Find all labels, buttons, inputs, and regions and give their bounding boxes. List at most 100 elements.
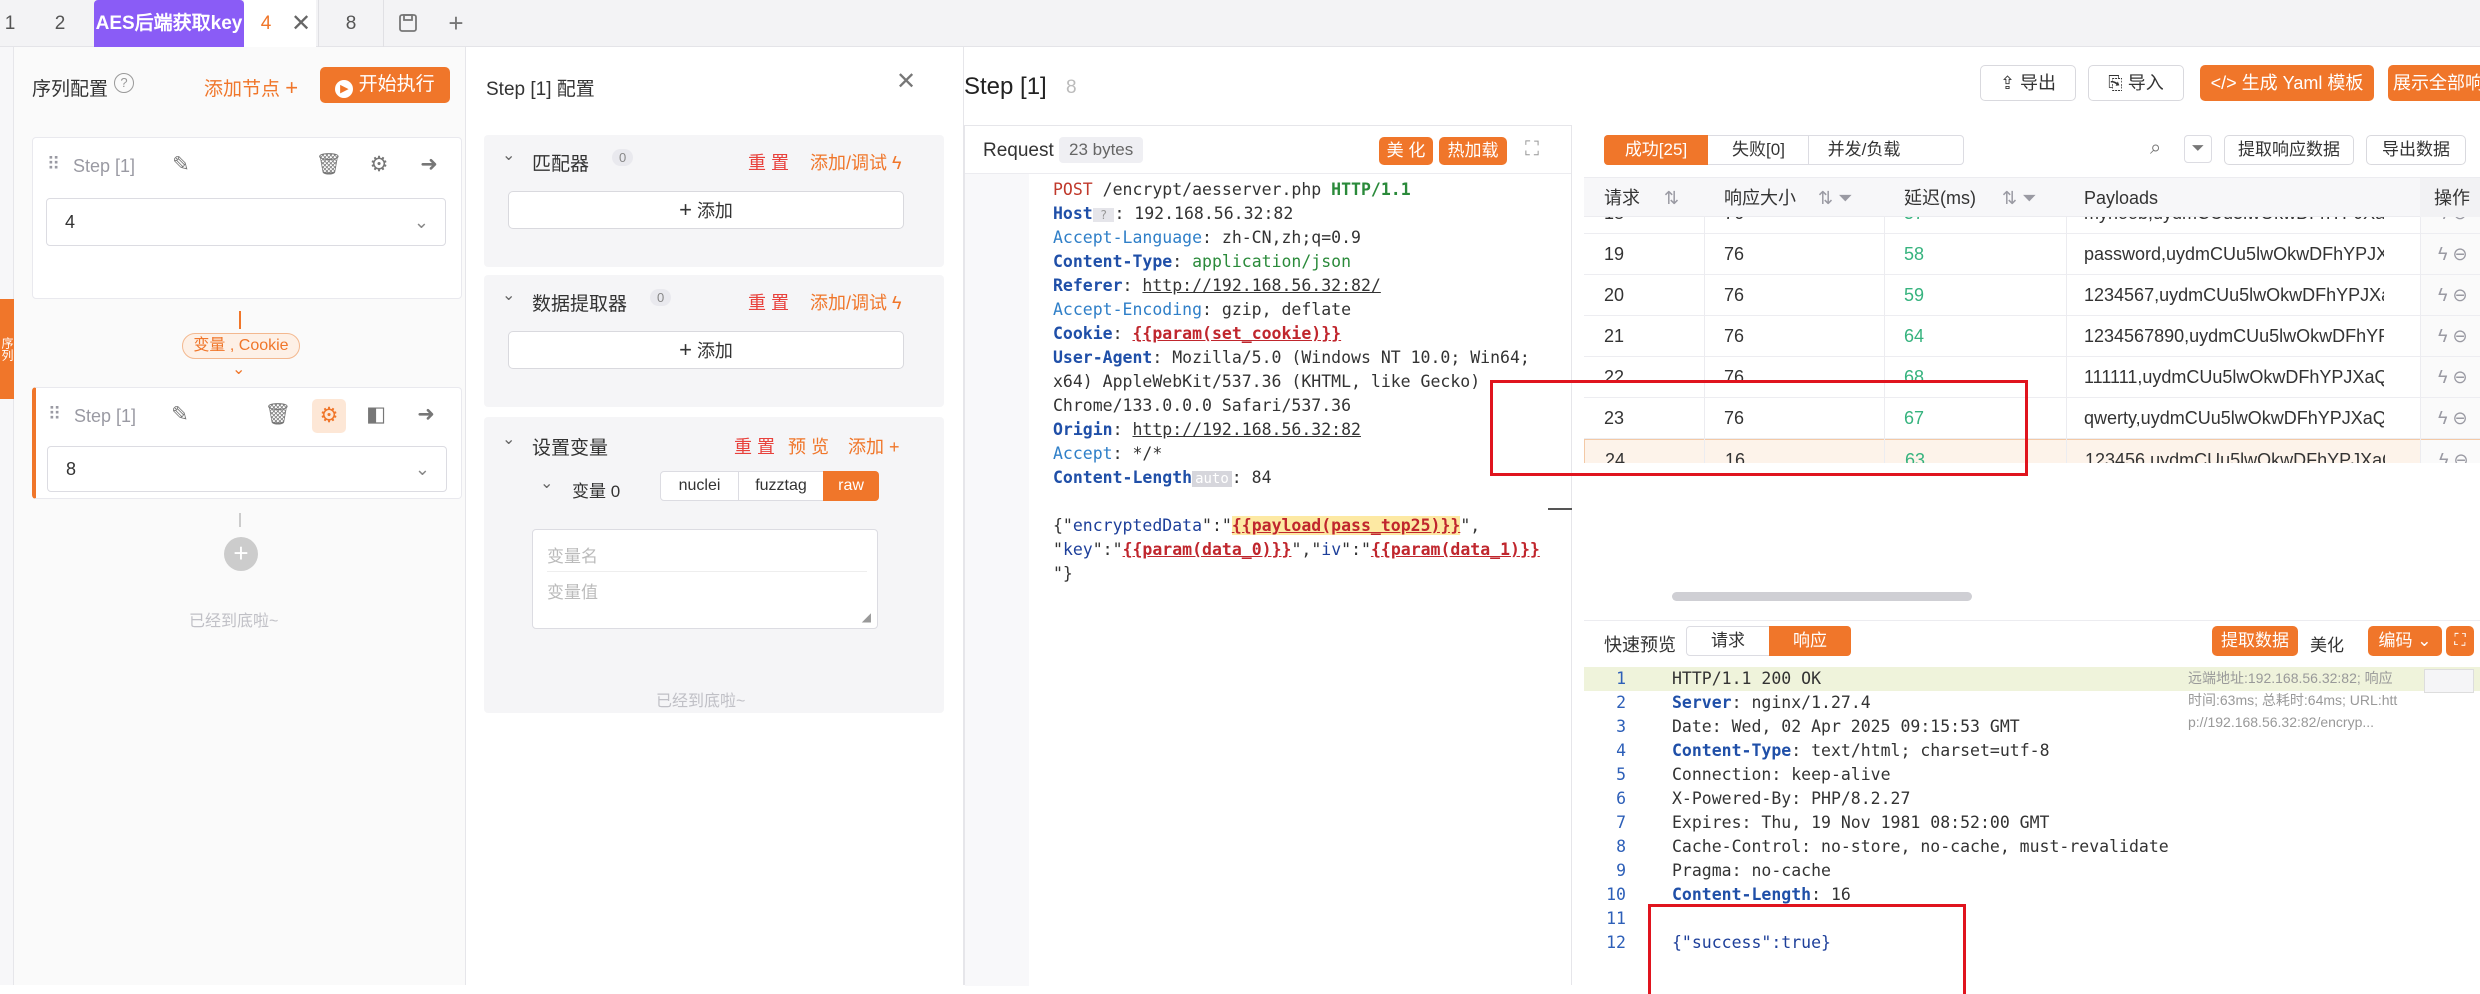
lightning-icon[interactable]: ϟ ⊖	[2420, 398, 2480, 438]
gear-icon[interactable]: ⚙	[312, 399, 346, 433]
edit-icon[interactable]: ✎	[167, 151, 195, 179]
step-card-1[interactable]: ⠿ Step [1] ✎ 🗑 ⚙ ➜ 4 ⌄	[32, 137, 462, 299]
splitter-handle[interactable]	[1548, 508, 1572, 510]
results-toolbar: 成功[25] 失败[0] 并发/负载 ⌕ ⏷ 提取响应数据 导出数据	[1584, 125, 2480, 173]
search-icon[interactable]: ⌕	[2150, 137, 2161, 160]
col-payloads[interactable]: Payloads	[2084, 178, 2158, 218]
cell-size: 76	[1724, 285, 1745, 305]
chevron-down-icon[interactable]: ⌄	[502, 145, 515, 165]
extractor-add-debug-button[interactable]: 添加/调试 ϟ	[810, 289, 902, 315]
filter-icon[interactable]: ⏷	[2184, 135, 2212, 163]
generate-yaml-button[interactable]: </> 生成 Yaml 模板	[2200, 65, 2374, 101]
vars-reset-button[interactable]: 重 置	[734, 433, 775, 459]
sequence-title: 序列配置	[32, 79, 109, 100]
hot-load-button[interactable]: 热加载	[1439, 137, 1507, 165]
delete-icon[interactable]: 🗑	[315, 151, 343, 179]
lightning-icon[interactable]: ϟ ⊖	[2420, 357, 2480, 397]
tab-active[interactable]: AES后端获取key	[94, 0, 244, 47]
chevron-down-icon[interactable]: ⌄	[502, 285, 515, 305]
arrow-down-icon: ⌄	[232, 361, 246, 378]
minimap[interactable]	[2424, 669, 2474, 693]
encode-button[interactable]: 编码 ⌄	[2368, 626, 2442, 656]
preview-response-tab[interactable]: 响应	[1769, 626, 1851, 656]
lightning-icon[interactable]: ϟ ⊖	[2420, 217, 2480, 233]
sort-icon[interactable]: ⇅	[1664, 178, 1679, 218]
chevron-down-icon: ⌄	[414, 459, 430, 479]
col-latency[interactable]: 延迟(ms)	[1904, 178, 1976, 218]
help-icon[interactable]: ?	[114, 73, 134, 93]
sort-icon[interactable]: ⇅ ⏷	[2002, 178, 2036, 218]
variable-value-input[interactable]: 变量值	[547, 578, 867, 608]
close-icon[interactable]: ✕	[896, 67, 916, 96]
mode-switch: nuclei fuzztag raw	[660, 471, 879, 501]
lightning-icon[interactable]: ϟ ⊖	[2421, 440, 2480, 463]
chevron-down-icon[interactable]: ⌄	[502, 429, 515, 449]
tab-concurrent[interactable]: 并发/负载	[1809, 136, 1919, 164]
beautify-button[interactable]: 美化	[2310, 631, 2344, 656]
table-row[interactable]: 19 76 58 password,uydmCUu5lwOkwDFhYPJXaQ ϟ ⊖	[1584, 234, 2480, 275]
gear-icon[interactable]: ⚙	[365, 151, 393, 179]
lightning-icon[interactable]: ϟ ⊖	[2420, 275, 2480, 315]
beautify-button[interactable]: 美 化	[1379, 137, 1433, 165]
sort-icon[interactable]: ⇅ ⏷	[1818, 178, 1852, 218]
add-node-button[interactable]: 添加节点 +	[204, 74, 298, 101]
matcher-reset-button[interactable]: 重 置	[748, 149, 789, 175]
save-icon[interactable]	[390, 0, 426, 47]
vars-preview-button[interactable]: 预 览	[788, 433, 829, 459]
horizontal-scrollbar[interactable]	[1672, 592, 1972, 601]
chevron-down-icon[interactable]: ⌄	[540, 473, 553, 493]
col-request[interactable]: 请求	[1604, 178, 1640, 218]
matcher-add-debug-button[interactable]: 添加/调试 ϟ	[810, 149, 902, 175]
tab-fail[interactable]: 失败[0]	[1709, 136, 1809, 164]
edit-icon[interactable]: ✎	[166, 401, 194, 429]
extract-data-button[interactable]: 提取数据	[2212, 626, 2298, 656]
resize-handle-icon[interactable]: ◢	[862, 610, 871, 624]
drag-handle-icon[interactable]: ⠿	[48, 404, 61, 425]
table-row[interactable]: 21 76 64 1234567890,uydmCUu5lwOkwDFhYPJXaQ ϟ…	[1584, 316, 2480, 357]
add-step-icon[interactable]: +	[224, 537, 258, 571]
set-variables-label: 设置变量	[532, 438, 609, 459]
fullscreen-icon[interactable]: ⛶	[2446, 626, 2474, 656]
tab-2[interactable]: 2	[40, 0, 80, 47]
toggle-icon[interactable]: ◧	[362, 401, 390, 429]
extract-response-button[interactable]: 提取响应数据	[2224, 135, 2354, 165]
mode-raw[interactable]: raw	[823, 471, 879, 501]
lightning-icon[interactable]: ϟ ⊖	[2420, 316, 2480, 356]
vars-add-button[interactable]: 添加 +	[848, 433, 900, 459]
mode-fuzztag[interactable]: fuzztag	[739, 472, 823, 500]
matcher-add-button[interactable]: + 添加	[508, 191, 904, 229]
extractor-section: ⌄ 数据提取器 0 重 置 添加/调试 ϟ + 添加	[484, 275, 944, 407]
cell-payload: password,uydmCUu5lwOkwDFhYPJXaQ	[2084, 244, 2384, 264]
import-button[interactable]: ⎘ 导入	[2088, 65, 2184, 101]
close-icon[interactable]: ✕	[286, 0, 316, 47]
variable-name-input[interactable]: 变量名	[547, 542, 867, 572]
step-card-2[interactable]: ⠿ Step [1] ✎ 🗑 ⚙ ◧ ➜ 8 ⌄	[32, 387, 462, 499]
drag-handle-icon[interactable]: ⠿	[47, 154, 60, 175]
extractor-add-button[interactable]: + 添加	[508, 331, 904, 369]
extractor-reset-button[interactable]: 重 置	[748, 289, 789, 315]
arrow-right-circle-icon[interactable]: ➜	[415, 151, 443, 179]
arrow-right-circle-icon[interactable]: ➜	[412, 401, 440, 429]
tab-8[interactable]: 8	[318, 0, 384, 47]
left-strip: 序列	[0, 47, 14, 985]
show-all-button[interactable]: 展示全部响	[2388, 65, 2480, 101]
export-button[interactable]: ⇪ 导出	[1980, 65, 2076, 101]
preview-request-tab[interactable]: 请求	[1687, 627, 1769, 655]
export-data-button[interactable]: 导出数据	[2366, 135, 2466, 165]
delete-icon[interactable]: 🗑	[264, 401, 292, 429]
fullscreen-icon[interactable]: ⛶	[1525, 138, 1539, 161]
table-row[interactable]: 20 76 59 1234567,uydmCUu5lwOkwDFhYPJXaQ ϟ ⊖	[1584, 275, 2480, 316]
connector-line	[239, 513, 241, 527]
sequence-side-tab[interactable]: 序列	[0, 299, 14, 399]
request-gutter	[965, 174, 1029, 986]
col-size[interactable]: 响应大小	[1724, 178, 1796, 218]
step-select-2[interactable]: 8 ⌄	[47, 446, 447, 492]
table-row[interactable]: 18 76 57 mynoob,uydmCUu5lwOkwDFhYPJXaQ ϟ ⊖	[1584, 217, 2480, 234]
tab-success[interactable]: 成功[25]	[1604, 135, 1708, 165]
tab-1[interactable]: 1	[0, 0, 20, 47]
mode-nuclei[interactable]: nuclei	[661, 472, 739, 500]
step-select-1[interactable]: 4 ⌄	[46, 198, 446, 246]
lightning-icon[interactable]: ϟ ⊖	[2420, 234, 2480, 274]
start-execute-button[interactable]: ▶ 开始执行	[320, 67, 450, 103]
add-tab-icon[interactable]: +	[438, 0, 474, 47]
